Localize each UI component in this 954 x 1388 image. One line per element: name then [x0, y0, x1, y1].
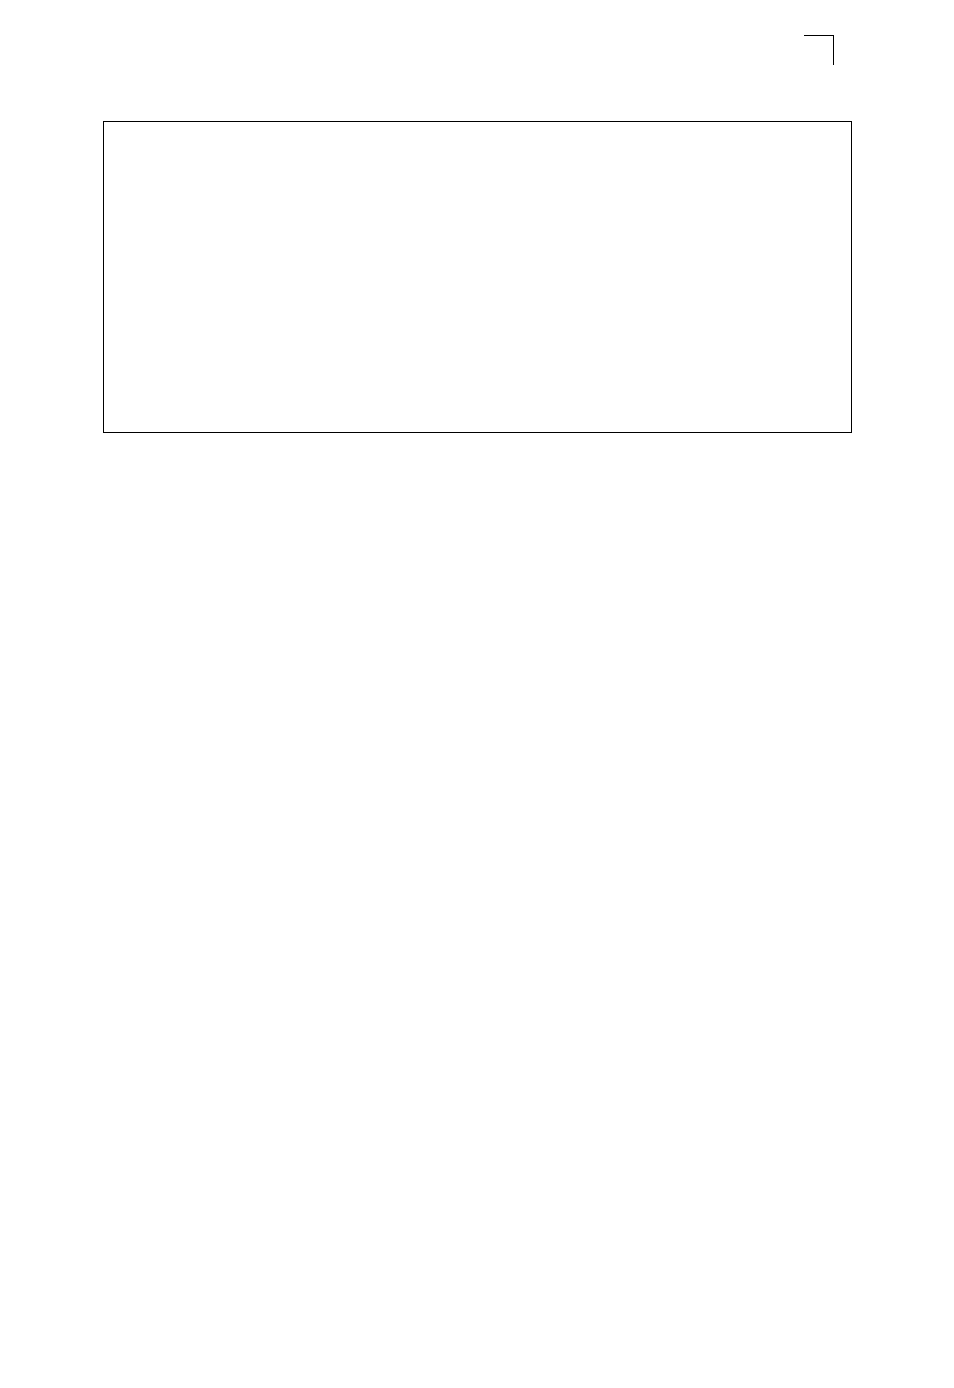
content-box — [103, 121, 852, 433]
crop-mark — [794, 35, 834, 75]
